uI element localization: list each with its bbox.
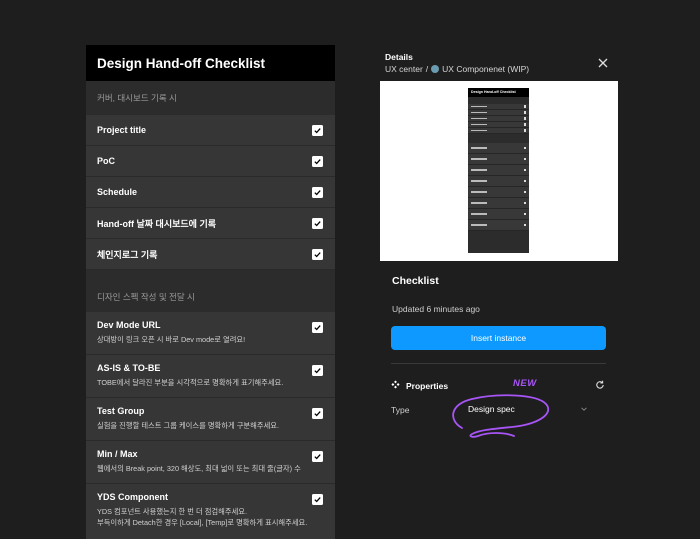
checkbox[interactable] [312, 322, 323, 333]
breadcrumb-root[interactable]: UX center [385, 64, 423, 74]
check-icon [314, 411, 321, 417]
check-icon [314, 189, 321, 195]
insert-instance-button[interactable]: Insert instance [391, 326, 606, 350]
checklist-item[interactable]: Test Group 실험을 진행할 테스트 그룹 케이스를 명확하게 구분해주… [86, 398, 335, 441]
details-panel: Details UX center / UX Componenet (WIP) … [380, 45, 618, 539]
properties-title: Properties [406, 381, 449, 391]
preview-title: Design Hand-off Checklist [468, 88, 529, 97]
item-label: AS-IS & TO-BE [97, 363, 161, 373]
item-label: PoC [97, 156, 115, 166]
checklist-item[interactable]: Schedule [86, 177, 335, 208]
item-description: 상대방이 링크 오픈 시 바로 Dev mode로 열려요! [97, 335, 246, 344]
checkbox[interactable] [312, 155, 323, 167]
check-icon [314, 127, 321, 133]
item-text: Test Group 실험을 진행할 테스트 그룹 케이스를 명확하게 구분해주… [97, 406, 279, 432]
checklist-item[interactable]: 체인지로그 기록 [86, 239, 335, 270]
details-title: Details [385, 52, 413, 62]
checklist-card: Design Hand-off Checklist 커버, 대시보드 기록 시 … [86, 45, 335, 539]
close-icon[interactable] [597, 57, 609, 69]
checkbox[interactable] [312, 365, 323, 376]
checkbox[interactable] [312, 451, 323, 462]
refresh-icon[interactable] [595, 380, 605, 390]
breadcrumb-page[interactable]: UX Componenet (WIP) [442, 64, 529, 74]
breadcrumb-separator: / [425, 64, 429, 74]
checkbox[interactable] [312, 494, 323, 505]
check-icon [314, 251, 321, 257]
check-icon [314, 158, 321, 164]
page: Design Hand-off Checklist 커버, 대시보드 기록 시 … [0, 0, 700, 539]
item-label: 체인지로그 기록 [97, 249, 158, 260]
section-header: 커버, 대시보드 기록 시 [86, 81, 335, 115]
item-label: Min / Max [97, 449, 138, 459]
section-label: 커버, 대시보드 기록 시 [97, 93, 177, 103]
checklist-title: Design Hand-off Checklist [97, 55, 266, 71]
new-annotation: NEW [513, 378, 537, 389]
item-label: YDS Component [97, 492, 168, 502]
updated-text: Updated 6 minutes ago [392, 304, 480, 314]
type-select[interactable]: Design spec [446, 398, 591, 420]
item-description: YDS 컴포넌트 사용했는지 한 번 더 점검해주세요. [97, 507, 248, 516]
item-description: 실험을 진행할 테스트 그룹 케이스를 명확하게 구분해주세요. [97, 421, 280, 430]
item-label: Test Group [97, 406, 145, 416]
checklist-item[interactable]: Min / Max 웹에서의 Break point, 320 해상도, 최대 … [86, 441, 335, 484]
item-description: TOBE에서 달라진 부분을 시각적으로 명확하게 표기해주세요. [97, 378, 284, 387]
check-icon [314, 325, 321, 331]
checklist-header: Design Hand-off Checklist [86, 45, 335, 81]
breadcrumb: UX center / UX Componenet (WIP) [385, 64, 529, 74]
checklist-item[interactable]: Project title [86, 115, 335, 146]
type-value: Design spec [468, 404, 515, 414]
component-title: Checklist [392, 275, 439, 287]
item-description: 웹에서의 Break point, 320 해상도, 최대 넓이 또는 최대 줄… [97, 464, 301, 473]
checklist-item[interactable]: Hand-off 날짜 대시보드에 기록 [86, 208, 335, 239]
item-label: Schedule [97, 187, 138, 197]
item-text: Min / Max 웹에서의 Break point, 320 해상도, 최대 … [97, 449, 301, 475]
preview-thumbnail: Design Hand-off Checklist [468, 88, 529, 253]
checkbox[interactable] [312, 124, 323, 136]
section-header: 디자인 스펙 작성 및 전달 시 [86, 270, 335, 312]
item-label: Hand-off 날짜 대시보드에 기록 [97, 218, 217, 229]
check-icon [314, 220, 321, 226]
checklist-item[interactable]: Dev Mode URL 상대방이 링크 오픈 시 바로 Dev mode로 열… [86, 312, 335, 355]
checkbox[interactable] [312, 248, 323, 260]
checklist-item[interactable]: PoC [86, 146, 335, 177]
item-text: YDS Component YDS 컴포넌트 사용했는지 한 번 더 점검해주세… [97, 492, 307, 528]
checklist-item[interactable]: AS-IS & TO-BE TOBE에서 달라진 부분을 시각적으로 명확하게 … [86, 355, 335, 398]
item-label: Project title [97, 125, 147, 135]
chevron-down-icon[interactable] [580, 405, 588, 413]
divider [391, 363, 606, 364]
checkbox[interactable] [312, 217, 323, 229]
item-text: Dev Mode URL 상대방이 링크 오픈 시 바로 Dev mode로 열… [97, 320, 245, 346]
check-icon [314, 497, 321, 503]
checkbox[interactable] [312, 186, 323, 198]
component-preview: Design Hand-off Checklist [380, 81, 618, 261]
check-icon [314, 454, 321, 460]
checklist-item[interactable]: YDS Component YDS 컴포넌트 사용했는지 한 번 더 점검해주세… [86, 484, 335, 539]
section-label: 디자인 스펙 작성 및 전달 시 [97, 292, 195, 302]
page-dot-icon [431, 65, 440, 73]
properties-icon [391, 380, 400, 389]
item-text: AS-IS & TO-BE TOBE에서 달라진 부분을 시각적으로 명확하게 … [97, 363, 283, 389]
item-label: Dev Mode URL [97, 320, 161, 330]
type-label: Type [391, 405, 410, 415]
item-description: 부득이하게 Detach한 경우 [Local], [Temp]로 명확하게 표… [97, 517, 308, 527]
checkbox[interactable] [312, 408, 323, 419]
check-icon [314, 368, 321, 374]
